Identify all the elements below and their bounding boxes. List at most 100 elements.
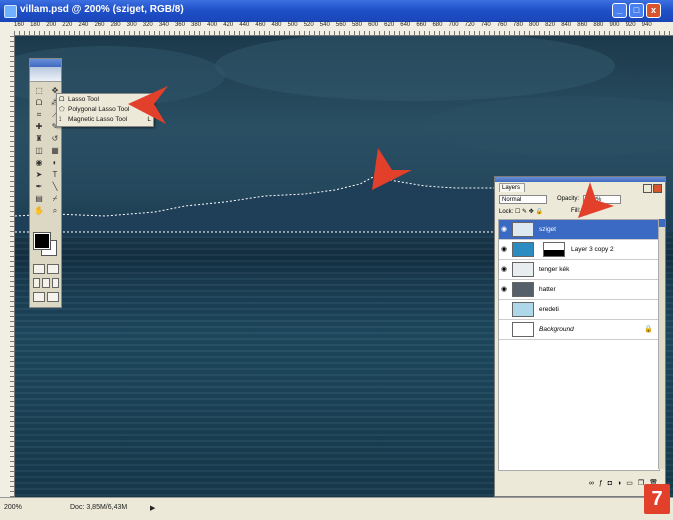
ruler-tick-label: 660 — [416, 22, 427, 28]
lasso-tool-icon[interactable]: ᗝ — [32, 97, 46, 108]
adjustment-layer-icon[interactable]: ◑ — [617, 480, 621, 487]
gradient-tool-icon[interactable]: ▦ — [48, 145, 62, 156]
palette-minimize-icon[interactable] — [643, 184, 652, 193]
ruler-tick-label: 920 — [625, 22, 636, 28]
new-group-icon[interactable]: ▭ — [626, 479, 633, 487]
ruler-tick-label: 340 — [158, 22, 169, 28]
layer-thumbnail — [512, 222, 534, 237]
ruler-tick-label: 760 — [496, 22, 507, 28]
blur-tool-icon[interactable]: ◉ — [32, 157, 46, 168]
eye-icon[interactable]: ◉ — [501, 246, 509, 253]
eye-icon[interactable]: ◉ — [501, 266, 509, 273]
dodge-tool-icon[interactable]: ◐ — [48, 157, 62, 168]
ruler-tick-label: 620 — [384, 22, 395, 28]
layer-row[interactable]: ◉ hatter — [499, 280, 659, 300]
ruler-tick-label: 300 — [126, 22, 137, 28]
ruler-tick-label: 840 — [561, 22, 572, 28]
zoom-level[interactable]: 200% — [4, 504, 22, 511]
layer-name: tenger kék — [539, 266, 570, 273]
shape-tool-icon[interactable]: ╲ — [48, 181, 62, 192]
layer-style-icon[interactable]: ƒ — [599, 480, 603, 487]
palette-close-icon[interactable] — [653, 184, 662, 193]
menu-item-magnetic-lasso-tool[interactable]: ⟟ Magnetic Lasso Tool L — [59, 115, 153, 125]
ruler-tick-label: 160 — [14, 22, 25, 28]
magnetic-lasso-icon: ⟟ — [59, 116, 62, 123]
lasso-icon: ᗝ — [59, 96, 65, 103]
menu-item-polygonal-lasso-tool[interactable]: ⬠ Polygonal Lasso Tool L — [59, 105, 153, 115]
layer-row[interactable]: ◉ Layer 3 copy 2 — [499, 240, 659, 260]
eyedropper-tool-icon[interactable]: ⌿ — [48, 193, 62, 204]
layer-row[interactable]: ◉ sziget — [499, 220, 659, 240]
layer-name: Background — [539, 326, 574, 333]
healing-brush-icon[interactable]: ✚ — [32, 121, 46, 132]
type-tool-icon[interactable]: T — [48, 169, 62, 180]
ruler-tick-label: 420 — [223, 22, 234, 28]
tools-palette-titlebar[interactable] — [30, 59, 61, 67]
blend-mode-select[interactable]: Normal — [499, 195, 547, 204]
layers-palette-titlebar[interactable] — [495, 177, 665, 182]
quick-mask-mode-buttons[interactable] — [33, 264, 59, 274]
minimize-button[interactable]: _ — [612, 3, 627, 18]
maximize-button[interactable]: □ — [629, 3, 644, 18]
ruler-tick-label: 580 — [351, 22, 362, 28]
history-brush-icon[interactable]: ↺ — [48, 133, 62, 144]
ruler-tick-label: 880 — [593, 22, 604, 28]
ruler-tick-label: 780 — [512, 22, 523, 28]
horizontal-ruler[interactable]: 160 180 200 220 240 260 280 300 320 340 360 380 400 4… — [14, 22, 673, 36]
marquee-tool-icon[interactable]: ⬚ — [32, 85, 46, 96]
document-size-info[interactable]: Doc: 3,85M/6,43M — [70, 504, 127, 511]
photoshop-feather-logo[interactable] — [30, 67, 61, 82]
ruler-tick-label: 640 — [400, 22, 411, 28]
ruler-tick-label: 400 — [207, 22, 218, 28]
layer-name: eredeti — [539, 306, 559, 313]
link-layers-icon[interactable]: ∞ — [589, 480, 594, 487]
path-selection-icon[interactable]: ➤ — [32, 169, 46, 180]
ruler-tick-label: 200 — [46, 22, 57, 28]
polygonal-lasso-icon: ⬠ — [59, 106, 65, 113]
ruler-tick-label: 360 — [174, 22, 185, 28]
menu-item-lasso-tool[interactable]: ᗝ Lasso Tool — [59, 95, 153, 105]
layer-name: sziget — [539, 226, 556, 233]
pen-tool-icon[interactable]: ✒ — [32, 181, 46, 192]
layers-scrollbar[interactable] — [658, 219, 665, 469]
layer-mask-thumbnail[interactable] — [543, 242, 565, 257]
photoshop-app-icon — [4, 5, 17, 18]
foreground-color-swatch[interactable] — [33, 232, 51, 250]
ruler-tick-label: 320 — [142, 22, 153, 28]
ruler-tick-label: 540 — [319, 22, 330, 28]
clone-stamp-icon[interactable]: ♜ — [32, 133, 46, 144]
notes-tool-icon[interactable]: ▤ — [32, 193, 46, 204]
layer-row[interactable]: Background 🔒 — [499, 320, 659, 340]
zoom-tool-icon[interactable]: ⌕ — [48, 205, 62, 216]
add-mask-icon[interactable]: ◘ — [608, 480, 612, 487]
fill-label: Fill: — [571, 208, 581, 214]
crop-tool-icon[interactable]: ⌗ — [32, 109, 46, 120]
layer-row[interactable]: ◉ tenger kék — [499, 260, 659, 280]
jump-to-imageready-button[interactable] — [33, 292, 59, 302]
layers-palette: Layers Normal Opacity: 100% Lock: ☐ ✎ ✥ … — [494, 176, 666, 497]
eye-icon[interactable]: ◉ — [501, 226, 509, 233]
ruler-tick-label: 720 — [464, 22, 475, 28]
eye-toggle-off[interactable] — [501, 306, 509, 313]
layer-thumbnail — [512, 242, 534, 257]
status-bar: 200% Doc: 3,85M/6,43M ▶ — [0, 497, 673, 520]
opacity-field[interactable]: 100% — [583, 195, 621, 204]
ruler-tick-label: 380 — [191, 22, 202, 28]
eraser-tool-icon[interactable]: ◫ — [32, 145, 46, 156]
hand-tool-icon[interactable]: ✋ — [32, 205, 46, 216]
close-button[interactable]: x — [646, 3, 661, 18]
eye-toggle-off[interactable] — [501, 326, 509, 333]
vertical-ruler[interactable] — [0, 35, 15, 497]
lock-icons[interactable]: ☐ ✎ ✥ 🔒 — [515, 209, 543, 215]
ruler-tick-label: 700 — [448, 22, 459, 28]
ruler-tick-label: 500 — [287, 22, 298, 28]
eye-icon[interactable]: ◉ — [501, 286, 509, 293]
tab-layers[interactable]: Layers — [499, 183, 525, 192]
status-arrow-icon[interactable]: ▶ — [150, 504, 155, 512]
screen-mode-buttons[interactable] — [33, 278, 59, 288]
ruler-corner[interactable] — [0, 22, 15, 36]
lock-label: Lock: — [499, 209, 514, 215]
ruler-tick-label: 800 — [529, 22, 540, 28]
layer-thumbnail — [512, 262, 534, 277]
layer-row[interactable]: eredeti — [499, 300, 659, 320]
